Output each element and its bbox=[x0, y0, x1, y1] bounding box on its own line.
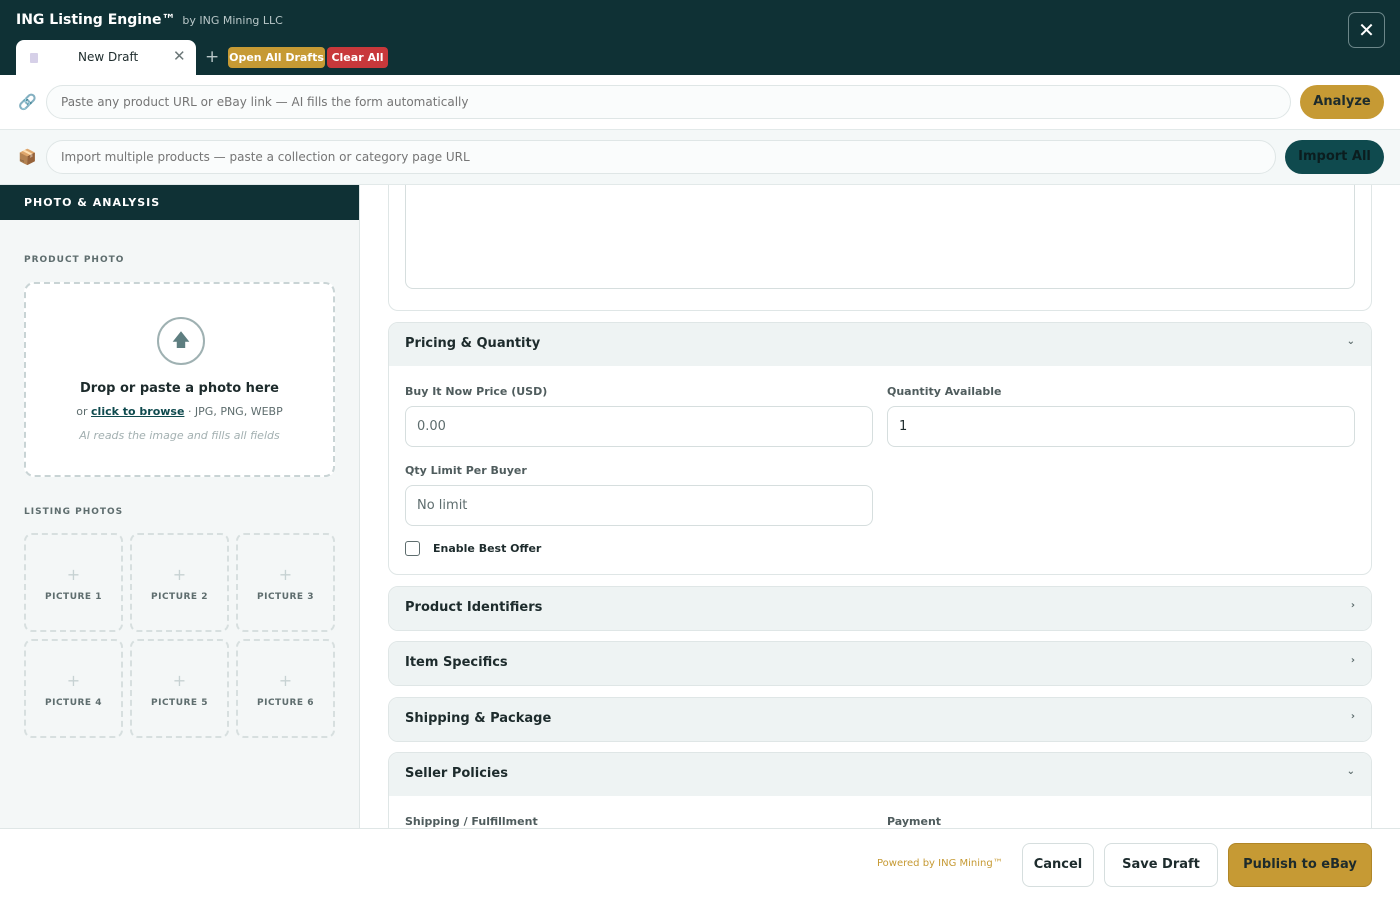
footer-bar: Powered by ING Mining™ Cancel Save Draft… bbox=[0, 828, 1400, 900]
picture-label: PICTURE 5 bbox=[151, 698, 208, 708]
picture-label: PICTURE 6 bbox=[257, 698, 314, 708]
dropzone-hint: or click to browse · JPG, PNG, WEBP bbox=[26, 405, 333, 418]
best-offer-label: Enable Best Offer bbox=[433, 542, 542, 555]
dropzone-or: or bbox=[76, 405, 88, 418]
policies-section: Seller Policies ⌄ Shipping / Fulfillment… bbox=[388, 752, 1372, 828]
qty-limit-input[interactable]: No limit bbox=[405, 485, 873, 526]
chevron-down-icon: ⌄ bbox=[1346, 766, 1355, 777]
chevron-right-icon: › bbox=[1350, 655, 1355, 666]
payment-policy-label: Payment bbox=[887, 815, 942, 828]
chevron-right-icon: › bbox=[1350, 600, 1355, 611]
tab-close-icon[interactable]: ✕ bbox=[173, 47, 186, 65]
chevron-down-icon: ⌄ bbox=[1346, 336, 1355, 347]
clear-all-button[interactable]: Clear All bbox=[327, 47, 388, 68]
picture-slot-3[interactable]: + PICTURE 3 bbox=[236, 533, 335, 632]
app-title-text: ING Listing Engine™ bbox=[16, 12, 176, 28]
shipping-section: Shipping & Package › bbox=[388, 697, 1372, 742]
section-title: Product Identifiers bbox=[405, 600, 543, 615]
price-label: Buy It Now Price (USD) bbox=[405, 385, 548, 398]
identifiers-section: Product Identifiers › bbox=[388, 586, 1372, 631]
powered-by-text: Powered by ING Mining™ bbox=[877, 858, 1003, 869]
best-offer-checkbox[interactable] bbox=[405, 541, 420, 556]
picture-label: PICTURE 3 bbox=[257, 592, 314, 602]
publish-button[interactable]: Publish to eBay bbox=[1228, 843, 1372, 887]
form-panel: Pricing & Quantity ⌄ Buy It Now Price (U… bbox=[360, 185, 1400, 828]
description-card bbox=[388, 185, 1372, 311]
pricing-section: Pricing & Quantity ⌄ Buy It Now Price (U… bbox=[388, 322, 1372, 575]
picture-slot-1[interactable]: + PICTURE 1 bbox=[24, 533, 123, 632]
specifics-section: Item Specifics › bbox=[388, 641, 1372, 686]
panel-title: PHOTO & ANALYSIS bbox=[0, 185, 359, 220]
close-icon[interactable]: ✕ bbox=[1348, 12, 1385, 48]
add-tab-button[interactable]: + bbox=[205, 47, 219, 67]
quantity-label: Quantity Available bbox=[887, 385, 1002, 398]
plus-icon: + bbox=[172, 671, 187, 690]
browse-link[interactable]: click to browse bbox=[91, 405, 184, 418]
pricing-section-header[interactable]: Pricing & Quantity ⌄ bbox=[389, 323, 1371, 366]
app-header: ING Listing Engine™ by ING Mining LLC Ne… bbox=[0, 0, 1400, 75]
upload-arrow-icon: 🡅 bbox=[157, 317, 205, 365]
shipping-policy-label: Shipping / Fulfillment bbox=[405, 815, 538, 828]
cancel-button[interactable]: Cancel bbox=[1022, 843, 1094, 887]
listing-photos-label: LISTING PHOTOS bbox=[24, 507, 124, 517]
tab-label: New Draft bbox=[78, 50, 139, 64]
open-all-drafts-button[interactable]: Open All Drafts bbox=[228, 47, 325, 68]
plus-icon: + bbox=[66, 671, 81, 690]
qty-limit-label: Qty Limit Per Buyer bbox=[405, 464, 527, 477]
dropzone-formats: · JPG, PNG, WEBP bbox=[187, 405, 283, 418]
plus-icon: + bbox=[278, 671, 293, 690]
package-icon: 📦 bbox=[18, 148, 37, 166]
photo-panel: PHOTO & ANALYSIS PRODUCT PHOTO 🡅 Drop or… bbox=[0, 185, 360, 828]
import-all-button[interactable]: Import All bbox=[1285, 140, 1384, 174]
url-bar: 🔗 Analyze bbox=[0, 75, 1400, 130]
document-icon bbox=[30, 53, 38, 63]
section-title: Shipping & Package bbox=[405, 711, 552, 726]
section-title: Item Specifics bbox=[405, 655, 508, 670]
dropzone-title: Drop or paste a photo here bbox=[80, 381, 279, 396]
picture-slot-6[interactable]: + PICTURE 6 bbox=[236, 639, 335, 738]
picture-label: PICTURE 2 bbox=[151, 592, 208, 602]
link-icon: 🔗 bbox=[18, 93, 37, 111]
chevron-right-icon: › bbox=[1350, 711, 1355, 722]
import-bar: 📦 Import All bbox=[0, 130, 1400, 185]
picture-label: PICTURE 4 bbox=[45, 698, 102, 708]
photo-dropzone[interactable]: 🡅 Drop or paste a photo here or click to… bbox=[24, 282, 335, 477]
picture-slot-4[interactable]: + PICTURE 4 bbox=[24, 639, 123, 738]
policies-section-header[interactable]: Seller Policies ⌄ bbox=[389, 753, 1371, 796]
analyze-button[interactable]: Analyze bbox=[1300, 85, 1384, 119]
product-url-input[interactable] bbox=[46, 85, 1291, 119]
shipping-section-header[interactable]: Shipping & Package › bbox=[389, 698, 1371, 741]
collection-url-input[interactable] bbox=[46, 140, 1276, 174]
plus-icon: + bbox=[66, 565, 81, 584]
section-title: Pricing & Quantity bbox=[405, 336, 541, 351]
app-subtitle: by ING Mining LLC bbox=[182, 14, 283, 27]
picture-slot-2[interactable]: + PICTURE 2 bbox=[130, 533, 229, 632]
picture-label: PICTURE 1 bbox=[45, 592, 102, 602]
picture-slot-5[interactable]: + PICTURE 5 bbox=[130, 639, 229, 738]
save-draft-button[interactable]: Save Draft bbox=[1104, 843, 1218, 887]
product-photo-label: PRODUCT PHOTO bbox=[24, 255, 125, 265]
price-input[interactable]: 0.00 bbox=[405, 406, 873, 447]
plus-icon: + bbox=[278, 565, 293, 584]
identifiers-section-header[interactable]: Product Identifiers › bbox=[389, 587, 1371, 630]
plus-icon: + bbox=[172, 565, 187, 584]
section-title: Seller Policies bbox=[405, 766, 508, 781]
specifics-section-header[interactable]: Item Specifics › bbox=[389, 642, 1371, 685]
app-title: ING Listing Engine™ by ING Mining LLC bbox=[16, 12, 283, 28]
dropzone-note: AI reads the image and fills all fields bbox=[79, 429, 280, 442]
tab-new-draft[interactable]: New Draft ✕ bbox=[16, 40, 196, 75]
quantity-input[interactable]: 1 bbox=[887, 406, 1355, 447]
description-textarea[interactable] bbox=[405, 185, 1355, 289]
